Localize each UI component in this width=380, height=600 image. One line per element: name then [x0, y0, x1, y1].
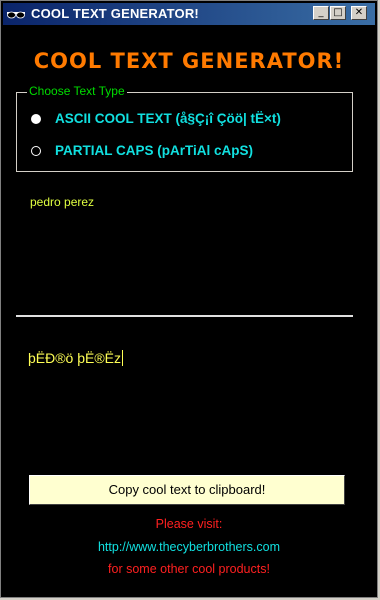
maximize-button[interactable]: □	[330, 6, 346, 20]
text-type-legend: Choose Text Type	[27, 84, 127, 98]
divider	[16, 315, 353, 317]
radio-unselected-icon[interactable]	[31, 145, 41, 156]
footer-visit-text: Please visit:	[155, 517, 223, 531]
input-text-field[interactable]: pedro perez	[30, 195, 94, 209]
app-window: COOL TEXT GENERATOR! _ □ ✕ COOL TEXT GEN…	[0, 0, 378, 598]
option-label: ASCII COOL TEXT (å§Ç¡î Çöö| tË×t)	[55, 111, 281, 126]
radio-selected-icon[interactable]	[31, 113, 41, 124]
close-button[interactable]: ✕	[351, 6, 367, 20]
title-bar[interactable]: COOL TEXT GENERATOR! _ □ ✕	[3, 3, 375, 25]
client-area: COOL TEXT GENERATOR! Choose Text Type AS…	[4, 27, 374, 595]
option-ascii-cool-text[interactable]: ASCII COOL TEXT (å§Ç¡î Çöö| tË×t)	[31, 111, 281, 126]
copy-to-clipboard-button[interactable]: Copy cool text to clipboard!	[29, 475, 345, 505]
footer-website-link[interactable]: http://www.thecyberbrothers.com	[4, 540, 374, 554]
sunglasses-icon	[7, 11, 25, 19]
app-heading: COOL TEXT GENERATOR!	[33, 49, 345, 73]
option-partial-caps[interactable]: PARTIAL CAPS (pArTiAl cApS)	[31, 143, 253, 158]
minimize-button[interactable]: _	[313, 6, 329, 20]
output-text-field[interactable]: þËÐ®ö þË®Ëz	[28, 350, 124, 366]
option-label: PARTIAL CAPS (pArTiAl cApS)	[55, 143, 254, 158]
window-title: COOL TEXT GENERATOR!	[31, 6, 199, 21]
text-type-group: Choose Text Type ASCII COOL TEXT (å§Ç¡î …	[16, 84, 353, 172]
footer-products-text: for some other cool products!	[108, 562, 270, 576]
